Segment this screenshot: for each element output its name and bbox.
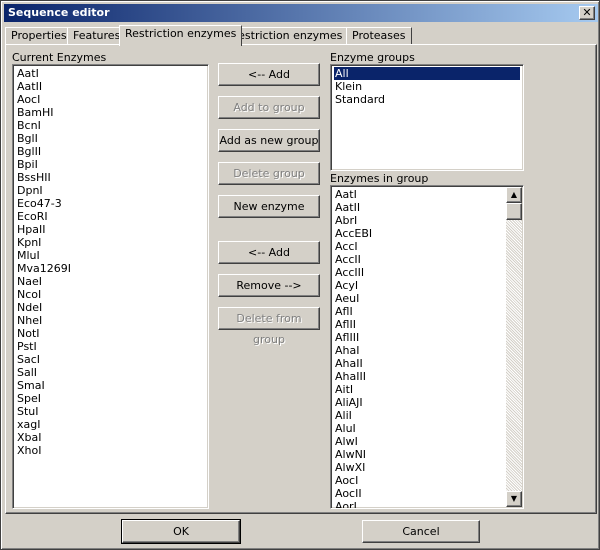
- group-enzyme-item[interactable]: AflII: [334, 318, 503, 331]
- current-enzyme-item[interactable]: SalI: [16, 366, 205, 379]
- group-enzyme-item[interactable]: AocI: [334, 474, 503, 487]
- arrow-up-icon: ▲: [510, 190, 518, 199]
- add-from-group-button[interactable]: <-- Add: [218, 241, 320, 264]
- group-enzyme-item[interactable]: AluI: [334, 422, 503, 435]
- enzyme-group-item[interactable]: Klein: [334, 80, 520, 93]
- restriction-enzymes-panel: Current Enzymes AatI AatII AocI BamHI BcnI Bg…: [5, 44, 597, 514]
- current-enzyme-item[interactable]: EcoRI: [16, 210, 205, 223]
- group-enzyme-item[interactable]: AatII: [334, 201, 503, 214]
- current-enzyme-item[interactable]: StuI: [16, 405, 205, 418]
- current-enzyme-item[interactable]: BamHI: [16, 106, 205, 119]
- tab-strip: Properties Features Restriction enzymes …: [5, 25, 599, 46]
- remove-button[interactable]: Remove -->: [218, 274, 320, 297]
- current-enzyme-item[interactable]: BcnI: [16, 119, 205, 132]
- add-to-current-button[interactable]: <-- Add: [218, 63, 320, 86]
- scroll-thumb[interactable]: [506, 203, 522, 220]
- group-enzyme-item[interactable]: AflIII: [334, 331, 503, 344]
- group-enzyme-item[interactable]: AorI: [334, 500, 503, 508]
- group-enzyme-item[interactable]: AccI: [334, 240, 503, 253]
- new-enzyme-button[interactable]: New enzyme: [218, 195, 320, 218]
- tab-features[interactable]: Features: [67, 27, 127, 45]
- current-enzyme-item[interactable]: XhoI: [16, 444, 205, 457]
- current-enzyme-item[interactable]: MluI: [16, 249, 205, 262]
- enzyme-groups-label: Enzyme groups: [330, 51, 415, 64]
- current-enzyme-item[interactable]: PstI: [16, 340, 205, 353]
- add-as-new-group-button[interactable]: Add as new group: [218, 129, 320, 152]
- ok-button[interactable]: OK: [121, 519, 241, 544]
- title-bar: Sequence editor ✕: [4, 4, 598, 22]
- group-enzyme-item[interactable]: AhaII: [334, 357, 503, 370]
- delete-group-button[interactable]: Delete group: [218, 162, 320, 185]
- group-enzyme-item[interactable]: AhaI: [334, 344, 503, 357]
- current-enzyme-item[interactable]: NotI: [16, 327, 205, 340]
- current-enzyme-item[interactable]: Eco47-3: [16, 197, 205, 210]
- current-enzyme-item[interactable]: BssHII: [16, 171, 205, 184]
- current-enzymes-label: Current Enzymes: [12, 51, 107, 64]
- group-enzyme-item[interactable]: AccII: [334, 253, 503, 266]
- current-enzyme-item[interactable]: BglII: [16, 145, 205, 158]
- scroll-down-button[interactable]: ▼: [506, 491, 522, 507]
- current-enzyme-item[interactable]: AocI: [16, 93, 205, 106]
- group-enzyme-item[interactable]: AccIII: [334, 266, 503, 279]
- sequence-editor-window: Sequence editor ✕ Properties Features Re…: [0, 0, 600, 550]
- current-enzyme-item[interactable]: NaeI: [16, 275, 205, 288]
- current-enzyme-item[interactable]: DpnI: [16, 184, 205, 197]
- group-enzyme-item[interactable]: AhaIII: [334, 370, 503, 383]
- group-enzyme-item[interactable]: AcyI: [334, 279, 503, 292]
- delete-from-group-button[interactable]: Delete from group: [218, 307, 320, 346]
- group-enzyme-item[interactable]: AbrI: [334, 214, 503, 227]
- current-enzyme-item[interactable]: NheI: [16, 314, 205, 327]
- enzymes-in-group-label: Enzymes in group: [330, 172, 429, 185]
- window-title: Sequence editor: [8, 6, 110, 19]
- group-enzyme-item[interactable]: AocII: [334, 487, 503, 500]
- enzymes-in-group-scrollbar[interactable]: ▲ ▼: [506, 187, 522, 507]
- group-enzyme-item[interactable]: AitI: [334, 383, 503, 396]
- current-enzyme-item[interactable]: AatI: [16, 67, 205, 80]
- cancel-button[interactable]: Cancel: [362, 520, 480, 543]
- group-enzyme-item[interactable]: AliAJI: [334, 396, 503, 409]
- enzyme-group-item[interactable]: Standard: [334, 93, 520, 106]
- current-enzyme-item[interactable]: SpeI: [16, 392, 205, 405]
- current-enzyme-item[interactable]: NcoI: [16, 288, 205, 301]
- enzymes-in-group-list[interactable]: AatI AatII AbrI AccEBI AccI AccII AccIII AcyI Ae…: [330, 185, 524, 509]
- tab-properties[interactable]: Properties: [5, 27, 73, 45]
- group-enzyme-item[interactable]: AeuI: [334, 292, 503, 305]
- group-enzyme-item[interactable]: AlwI: [334, 435, 503, 448]
- close-icon: ✕: [582, 6, 592, 19]
- tab-proteases[interactable]: Proteases: [346, 27, 412, 45]
- group-enzyme-item[interactable]: AflI: [334, 305, 503, 318]
- current-enzyme-item[interactable]: SmaI: [16, 379, 205, 392]
- current-enzyme-item[interactable]: AatII: [16, 80, 205, 93]
- close-button[interactable]: ✕: [579, 6, 595, 20]
- current-enzyme-item[interactable]: XbaI: [16, 431, 205, 444]
- tab-restriction-enzymes[interactable]: Restriction enzymes: [119, 25, 243, 46]
- current-enzyme-item[interactable]: Mva1269I: [16, 262, 205, 275]
- group-enzyme-item[interactable]: AatI: [334, 188, 503, 201]
- current-enzyme-item[interactable]: BglI: [16, 132, 205, 145]
- current-enzymes-list[interactable]: AatI AatII AocI BamHI BcnI BglI BglII BpiI BssHI…: [12, 64, 209, 509]
- current-enzyme-item[interactable]: KpnI: [16, 236, 205, 249]
- enzyme-groups-list[interactable]: All Klein Standard: [330, 64, 524, 171]
- arrow-down-icon: ▼: [510, 494, 518, 503]
- current-enzyme-item[interactable]: SacI: [16, 353, 205, 366]
- add-to-group-button[interactable]: Add to group: [218, 96, 320, 119]
- enzyme-group-item[interactable]: All: [334, 67, 520, 80]
- scroll-up-button[interactable]: ▲: [506, 187, 522, 203]
- current-enzyme-item[interactable]: xagI: [16, 418, 205, 431]
- group-enzyme-item[interactable]: AlwNI: [334, 448, 503, 461]
- group-enzyme-item[interactable]: AlwXI: [334, 461, 503, 474]
- current-enzyme-item[interactable]: BpiI: [16, 158, 205, 171]
- group-enzyme-item[interactable]: AliI: [334, 409, 503, 422]
- current-enzyme-item[interactable]: NdeI: [16, 301, 205, 314]
- group-enzyme-item[interactable]: AccEBI: [334, 227, 503, 240]
- current-enzyme-item[interactable]: HpaII: [16, 223, 205, 236]
